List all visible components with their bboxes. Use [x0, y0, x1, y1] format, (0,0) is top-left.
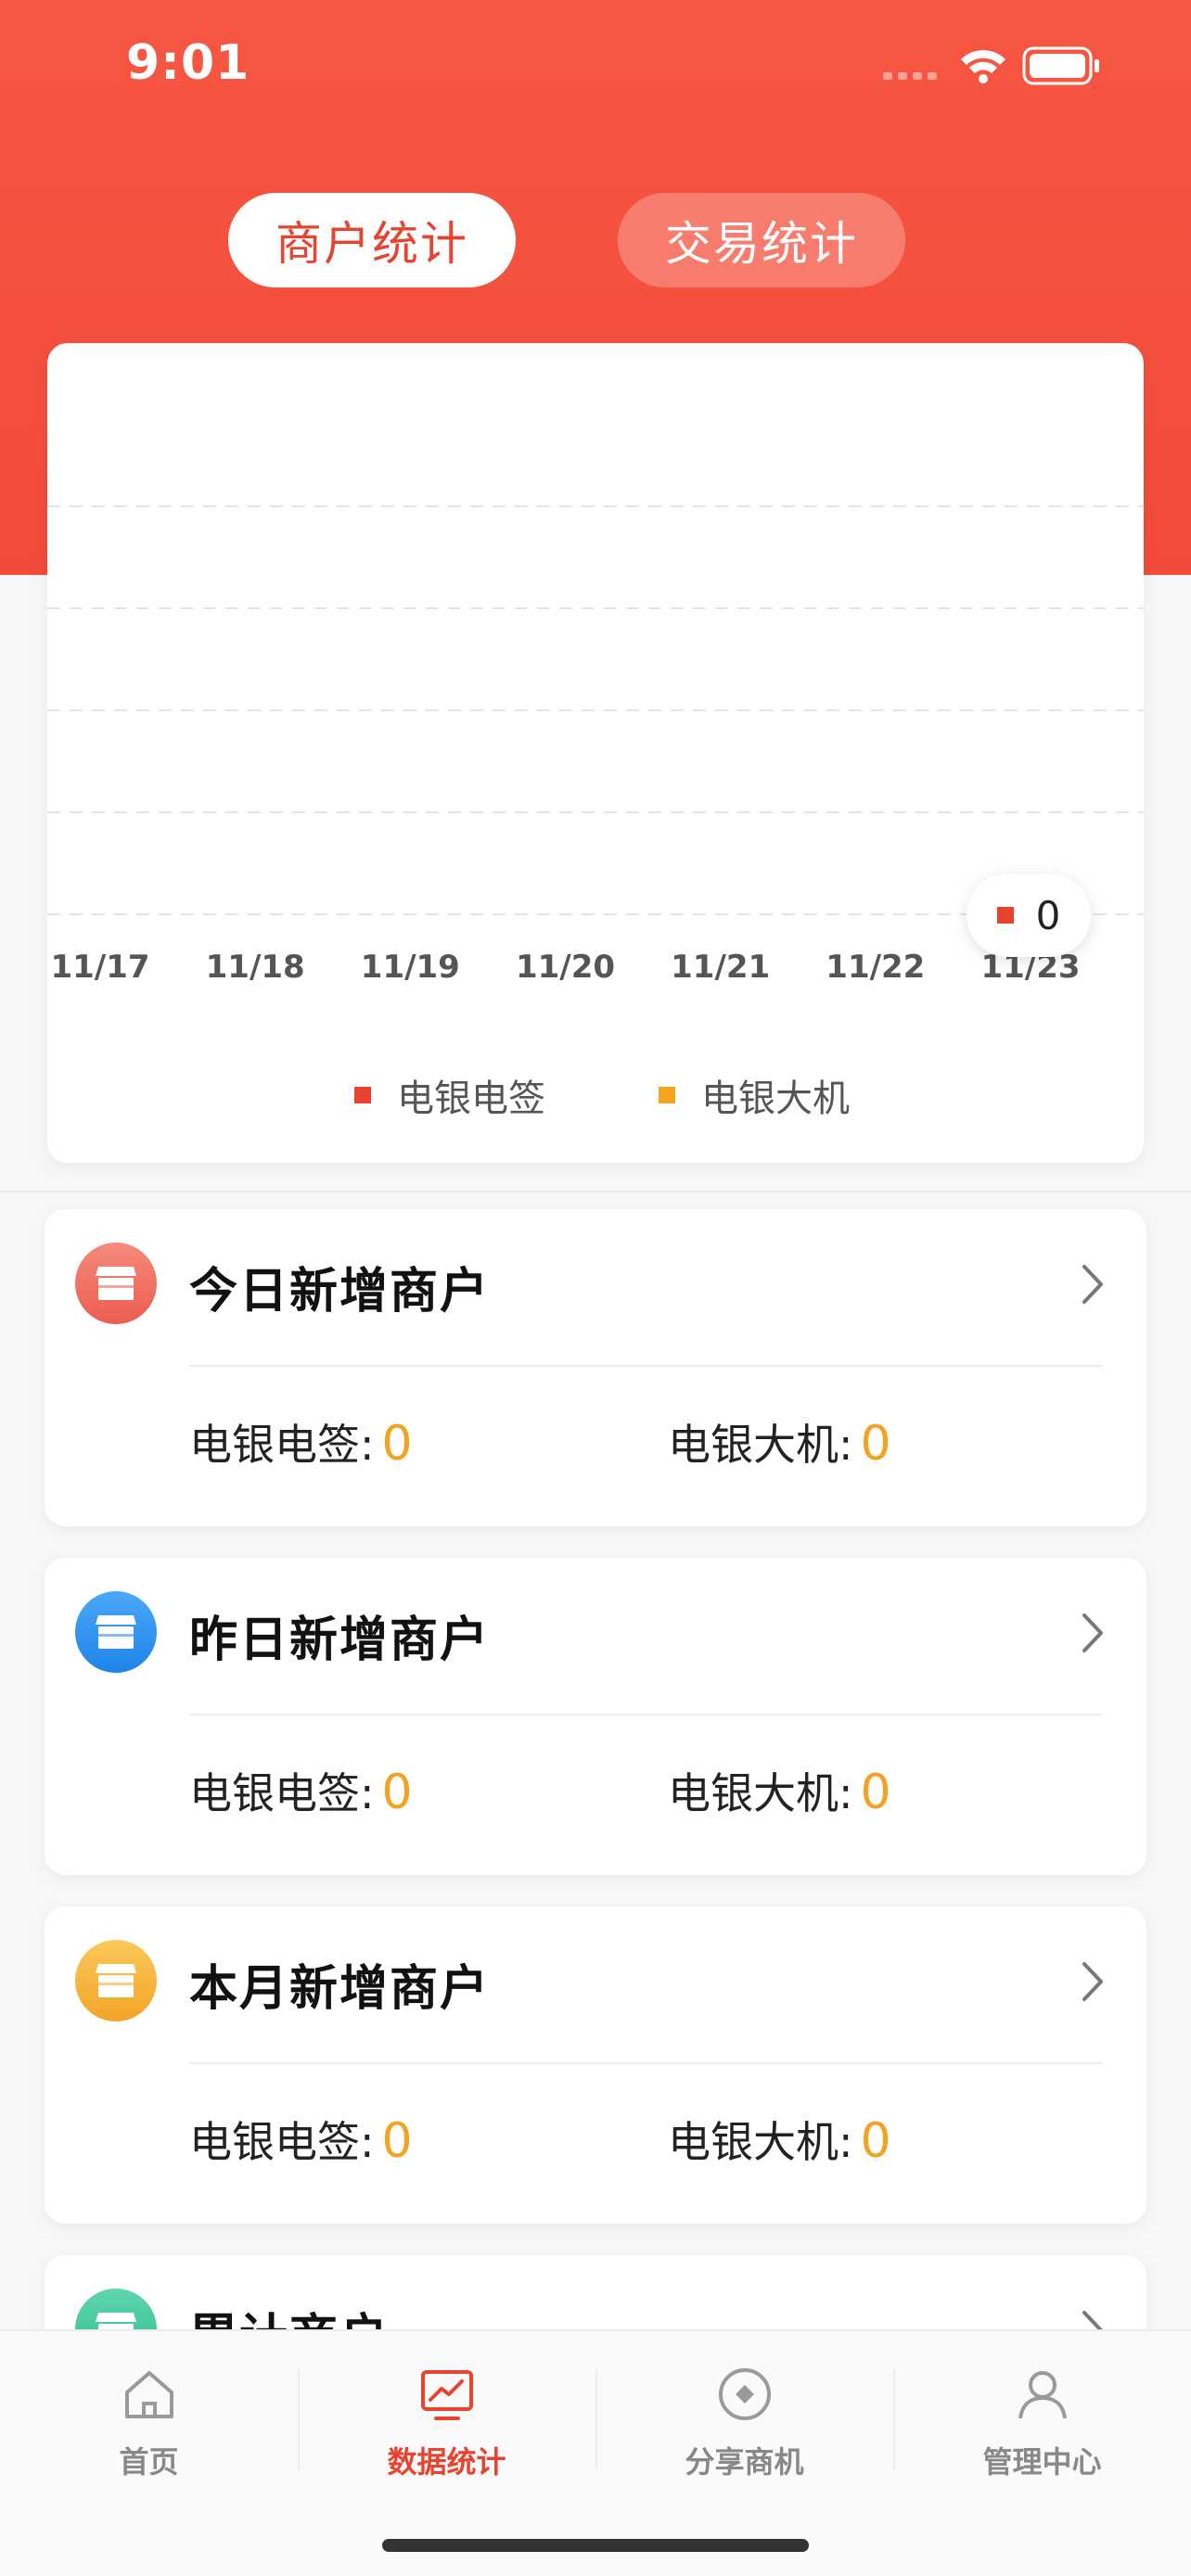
chevron-right-icon — [1082, 1613, 1103, 1652]
stat-label: 电银电签: — [189, 1768, 375, 1818]
chart-card: 11/17 11/18 11/19 11/20 11/21 11/22 11/23 — [47, 343, 1144, 1163]
stat-divider — [189, 1365, 1102, 1367]
x-tick-label: 11/20 — [516, 949, 615, 986]
status-icons — [883, 46, 1099, 85]
stat-daji: 电银大机: 0 — [668, 2109, 891, 2170]
x-tick-label: 11/19 — [361, 949, 460, 986]
stat-label: 电银电签: — [189, 1420, 375, 1470]
legend-marker — [659, 1087, 675, 1103]
tabbar-label: 数据统计 — [387, 2444, 506, 2480]
stat-label: 电银大机: — [668, 2117, 853, 2167]
tabbar-label: 分享商机 — [685, 2444, 804, 2480]
wifi-icon — [961, 50, 1005, 83]
store-icon — [75, 1243, 157, 1324]
stat-title: 今日新增商户 — [189, 1264, 491, 1320]
x-tick-label: 11/17 — [50, 949, 149, 986]
chart-tooltip: 0 — [967, 874, 1091, 957]
page: 9:01 商户统计 交易统计 11/17 11/18 11/19 11/20 11/21… — [0, 0, 1191, 2576]
tabbar-item-share[interactable]: 分享商机 — [596, 2357, 893, 2496]
tooltip-series-marker — [996, 907, 1014, 924]
status-time: 9:01 — [126, 35, 250, 91]
stat-dianqian: 电银电签: 0 — [189, 1411, 413, 1473]
stat-card-today[interactable]: 今日新增商户 电银电签: 0 电银大机: 0 — [45, 1209, 1146, 1526]
stat-value: 0 — [381, 1416, 413, 1472]
stat-value: 0 — [860, 2113, 891, 2169]
tooltip-value: 0 — [1035, 892, 1061, 938]
home-icon — [124, 2371, 173, 2418]
signal-icon — [883, 72, 937, 80]
store-icon — [75, 1591, 157, 1673]
user-icon — [1018, 2371, 1067, 2419]
tabbar-item-management[interactable]: 管理中心 — [893, 2357, 1191, 2496]
tabbar-item-data-stats[interactable]: 数据统计 — [298, 2357, 596, 2496]
legend-item-daji[interactable]: 电银大机 — [659, 1068, 850, 1122]
stat-divider — [189, 1714, 1102, 1715]
chevron-right-icon — [1082, 1265, 1103, 1304]
x-tick-label: 11/18 — [206, 949, 305, 986]
legend-label: 电银大机 — [701, 1078, 850, 1120]
chevron-right-icon — [1082, 1962, 1103, 2001]
legend-label: 电银电签 — [397, 1078, 545, 1120]
stat-dianqian: 电银电签: 0 — [189, 1760, 413, 1821]
tabbar-item-home[interactable]: 首页 — [0, 2357, 298, 2496]
chart-icon — [420, 2370, 473, 2420]
stat-title: 昨日新增商户 — [189, 1613, 491, 1668]
stat-value: 0 — [860, 1765, 891, 1820]
share-icon — [718, 2368, 771, 2420]
section-divider — [0, 1191, 1191, 1192]
tab-merchant-stats[interactable]: 商户统计 — [228, 193, 516, 287]
legend-item-dianqian[interactable]: 电银电签 — [354, 1068, 545, 1122]
x-tick-label: 11/22 — [826, 949, 925, 986]
tabbar-label: 管理中心 — [982, 2444, 1102, 2480]
home-indicator — [382, 2539, 809, 2552]
stat-title: 本月新增商户 — [189, 1961, 491, 2017]
store-icon — [75, 1940, 157, 2021]
stat-label: 电银大机: — [668, 1420, 853, 1470]
stat-value: 0 — [381, 2113, 413, 2169]
stat-daji: 电银大机: 0 — [668, 1411, 891, 1473]
legend-marker — [354, 1087, 371, 1103]
stat-label: 电银大机: — [668, 1768, 853, 1818]
stat-divider — [189, 2062, 1102, 2064]
stat-label: 电银电签: — [189, 2117, 375, 2167]
stat-card-month[interactable]: 本月新增商户 电银电签: 0 电银大机: 0 — [45, 1906, 1146, 2224]
stat-value: 0 — [381, 1765, 413, 1820]
x-tick-label: 11/21 — [671, 949, 770, 986]
tabbar-label: 首页 — [119, 2444, 179, 2480]
line-chart: 11/17 11/18 11/19 11/20 11/21 11/22 11/23 — [47, 505, 1144, 986]
stat-card-yesterday[interactable]: 昨日新增商户 电银电签: 0 电银大机: 0 — [45, 1558, 1146, 1875]
stat-dianqian: 电银电签: 0 — [189, 2109, 413, 2170]
stat-value: 0 — [860, 1416, 891, 1472]
stat-daji: 电银大机: 0 — [668, 1760, 891, 1821]
battery-icon — [1022, 46, 1099, 85]
tab-transaction-stats[interactable]: 交易统计 — [618, 193, 905, 287]
